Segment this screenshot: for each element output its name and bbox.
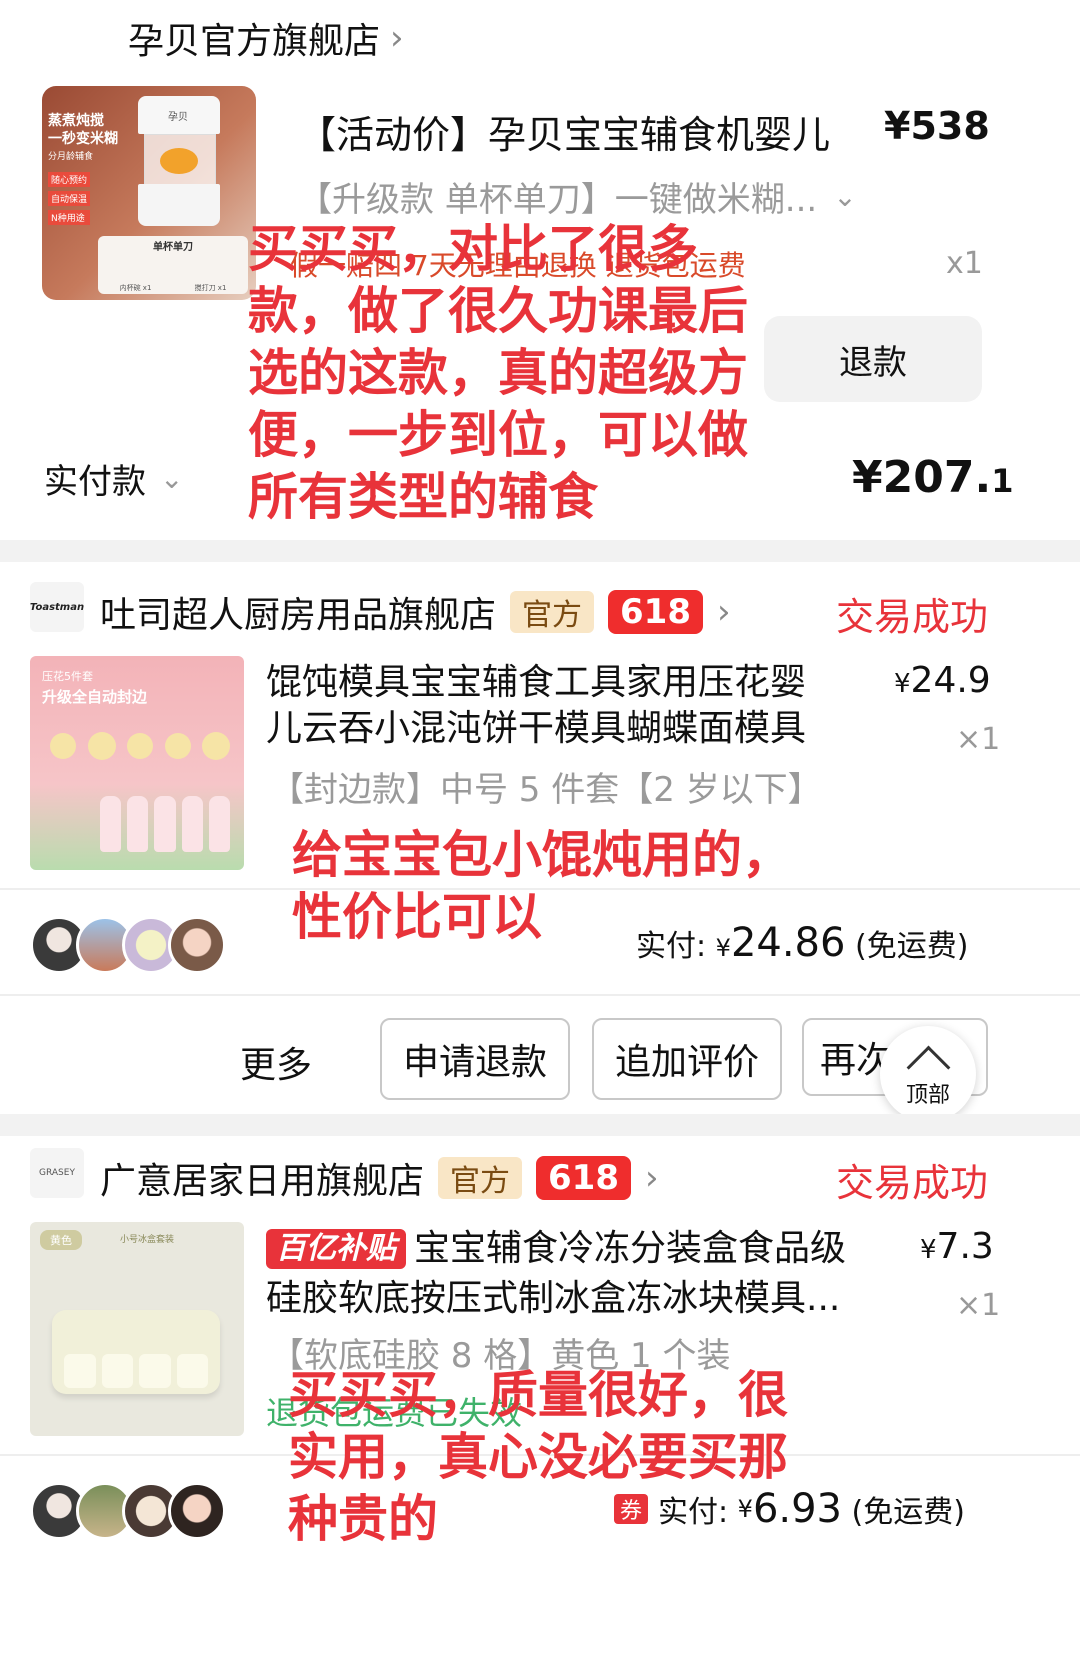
product-title[interactable]: 馄饨模具宝宝辅食工具家用压花婴 儿云吞小混沌饼干模具蝴蝶面模具 [266, 660, 836, 752]
promo-618-badge: 618 [536, 1156, 631, 1200]
official-badge: 官方 [510, 591, 595, 633]
annotation-line: 款，做了很久功课最后 [248, 282, 748, 340]
add-review-button[interactable]: 追加评价 [592, 1018, 782, 1100]
title-line: 儿云吞小混沌饼干模具蝴蝶面模具 [266, 708, 807, 749]
thumb-text: 一秒变米糊 [48, 131, 118, 147]
paid-amount: ¥207.1 [852, 452, 1013, 503]
product-price: ¥7.3 [920, 1226, 994, 1267]
review-annotation: 买买买，对比了很多 款，做了很久功课最后 选的这款，真的超级方 便，一步到位，可… [248, 218, 768, 528]
thumb-tag: N种用途 [48, 210, 91, 225]
product-thumbnail[interactable]: 压花5件套 升级全自动封边 [30, 656, 244, 870]
freight-note: (免运费) [851, 1495, 965, 1530]
flower-molds-image [50, 726, 230, 766]
thumb-text: 内杯碗 x1 [119, 284, 152, 292]
thumb-text: 升级全自动封边 [42, 688, 148, 706]
annotation-line: 所有类型的辅食 [248, 468, 598, 526]
thumb-text: 压花5件套 [42, 670, 93, 683]
more-button[interactable]: 更多 [240, 1036, 312, 1088]
store-name: 广意居家日用旗舰店 [100, 1161, 425, 1202]
currency-symbol: ¥ [894, 669, 911, 699]
store-logo: GRASEY [30, 1148, 84, 1198]
annotation-line: 实用，真心没必要买那 [288, 1428, 788, 1486]
store-name: 孕贝官方旗舰店 [128, 21, 381, 62]
annotation-line: 给宝宝包小馄炖用的， [292, 826, 792, 884]
freight-note: (免运费) [855, 929, 969, 964]
store-name: 吐司超人厨房用品旗舰店 [100, 595, 497, 636]
subsidy-badge: 百亿补贴 [266, 1229, 406, 1269]
refund-button[interactable]: 退款 [764, 316, 982, 402]
store-header[interactable]: 广意居家日用旗舰店 官方 618 › [100, 1152, 659, 1204]
row-divider [0, 994, 1080, 996]
store-logo: Toastman [30, 582, 84, 632]
paid-amount-int: ¥207. [852, 452, 992, 503]
quantity: ×1 [956, 1288, 1001, 1323]
annotation-line: 买买买，对比了很多 [248, 220, 698, 278]
store-logo-text: Toastman [29, 601, 85, 613]
section-divider [0, 540, 1080, 562]
paid-label: 实付款 [44, 462, 146, 502]
title-line: 硅胶软底按压式制冰盒冻冰块模具... [266, 1278, 841, 1319]
currency-symbol: ¥ [920, 1235, 937, 1265]
title-line: 馄饨模具宝宝辅食工具家用压花婴 [266, 662, 807, 703]
thumb-tag: 随心预约 [48, 172, 91, 187]
store-logo-text: GRASEY [39, 1168, 75, 1178]
chevron-right-icon: › [645, 1158, 659, 1198]
chevron-right-icon: › [390, 18, 404, 58]
thumb-text: 单杯单刀 [153, 242, 193, 253]
ice-tray-image [52, 1310, 220, 1394]
chevron-down-icon: ⌄ [160, 462, 184, 495]
back-to-top-button[interactable]: 顶部 [880, 1026, 976, 1122]
thumb-text: 搅打刀 x1 [194, 284, 227, 292]
product-thumbnail[interactable]: 黄色 小号冰盒套装 [30, 1222, 244, 1436]
price-value: 7.3 [936, 1226, 994, 1267]
product-price: ¥24.9 [894, 660, 991, 701]
annotation-line: 种贵的 [288, 1490, 438, 1548]
thumb-text: 蒸煮炖搅 [48, 113, 104, 129]
paid-amount-decimal: 1 [991, 462, 1014, 500]
paid-total-toggle[interactable]: 实付款 ⌄ [44, 454, 183, 503]
thumb-text: 分月龄辅食 [48, 152, 94, 162]
price-value: 24.9 [910, 660, 991, 701]
annotation-line: 选的这款，真的超级方 [248, 344, 748, 402]
store-header[interactable]: 吐司超人厨房用品旗舰店 官方 618 › [100, 586, 731, 638]
product-title[interactable]: 百亿补贴 宝宝辅食冷冻分装盒食品级 硅胶软底按压式制冰盒冻冰块模具... [266, 1226, 876, 1322]
order-status: 交易成功 [836, 1161, 989, 1205]
product-thumbnail[interactable]: 蒸煮炖搅 一秒变米糊 分月龄辅食 随心预约 自动保温 N种用途 孕贝 单杯单刀 … [42, 86, 256, 300]
thumb-text: 小号冰盒套装 [120, 1235, 175, 1245]
thumb-brand: 孕贝 [168, 112, 188, 123]
sku-selector[interactable]: 【升级款 单杯单刀】一键做米糊... ⌄ [298, 172, 857, 221]
thumb-text: 黄色 [40, 1230, 82, 1250]
chevron-down-icon: ⌄ [833, 180, 857, 213]
chevron-right-icon: › [717, 592, 731, 632]
thumb-tag: 自动保温 [48, 191, 91, 206]
section-divider [0, 1114, 1080, 1136]
request-refund-button[interactable]: 申请退款 [380, 1018, 570, 1100]
quantity: ×1 [956, 722, 1001, 757]
sku-text: 【升级款 单杯单刀】一键做米糊... [298, 180, 818, 220]
store-header[interactable]: 孕贝官方旗舰店 › [128, 12, 404, 64]
quantity: x1 [946, 246, 983, 281]
annotation-line: 买买买，质量很好，很 [288, 1366, 788, 1424]
annotation-line: 性价比可以 [292, 888, 542, 946]
official-badge: 官方 [438, 1157, 523, 1199]
blender-image: 孕贝 [138, 96, 220, 228]
avatar [168, 1482, 226, 1540]
product-price: ¥538 [884, 104, 990, 148]
annotation-line: 便，一步到位，可以做 [248, 406, 748, 464]
review-annotation: 给宝宝包小馄炖用的， 性价比可以 [292, 824, 852, 948]
avatar [168, 916, 226, 974]
product-title[interactable]: 【活动价】孕贝宝宝辅食机婴儿 [298, 104, 830, 159]
title-line: 宝宝辅食冷冻分装盒食品级 [414, 1228, 847, 1269]
promo-618-badge: 618 [608, 590, 703, 634]
mold-set-image [100, 796, 231, 852]
order-status: 交易成功 [836, 595, 989, 639]
sku-text: 【封边款】中号 5 件套【2 岁以下】 [270, 770, 822, 810]
review-annotation: 买买买，质量很好，很 实用，真心没必要买那 种贵的 [288, 1364, 828, 1550]
